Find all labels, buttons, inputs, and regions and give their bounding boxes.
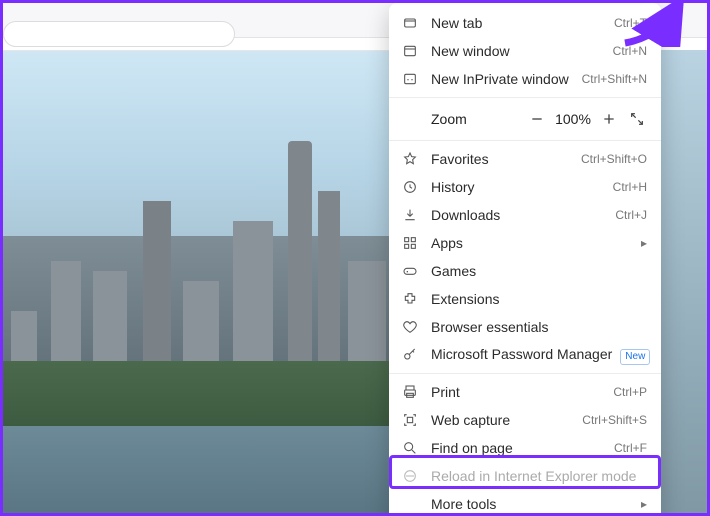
menu-label: Games (431, 263, 647, 279)
menu-label: New window (431, 43, 613, 59)
shortcut: Ctrl+H (613, 180, 647, 194)
print-icon (401, 383, 419, 401)
menu-history[interactable]: History Ctrl+H (389, 173, 661, 201)
menu-new-window[interactable]: New window Ctrl+N (389, 37, 661, 65)
menu-label: Find on page (431, 440, 614, 456)
shortcut: Ctrl+N (613, 44, 647, 58)
menu-password-manager[interactable]: Microsoft Password ManagerNew (389, 341, 661, 369)
menu-browser-essentials[interactable]: Browser essentials (389, 313, 661, 341)
heart-icon (401, 318, 419, 336)
menu-label: History (431, 179, 613, 195)
menu-label: New InPrivate window (431, 71, 582, 87)
menu-separator (389, 97, 661, 98)
menu-favorites[interactable]: Favorites Ctrl+Shift+O (389, 145, 661, 173)
menu-new-tab[interactable]: New tab Ctrl+T (389, 9, 661, 37)
new-badge: New (620, 349, 650, 365)
menu-label: Browser essentials (431, 319, 647, 335)
shortcut: Ctrl+Shift+O (581, 152, 647, 166)
zoom-out-button[interactable] (523, 105, 551, 133)
menu-separator (389, 140, 661, 141)
menu-label: Microsoft Password ManagerNew (431, 346, 650, 365)
search-icon (401, 439, 419, 457)
shortcut: Ctrl+Shift+N (582, 72, 647, 86)
shortcut: Ctrl+J (615, 208, 647, 222)
zoom-in-button[interactable] (595, 105, 623, 133)
menu-print[interactable]: Print Ctrl+P (389, 378, 661, 406)
chevron-right-icon: ▸ (641, 497, 647, 511)
zoom-value: 100% (551, 111, 595, 127)
menu-find-on-page[interactable]: Find on page Ctrl+F (389, 434, 661, 462)
key-icon (401, 346, 419, 364)
download-icon (401, 206, 419, 224)
inprivate-icon (401, 70, 419, 88)
shortcut: Ctrl+P (613, 385, 647, 399)
menu-label: Reload in Internet Explorer mode (431, 468, 647, 484)
menu-label: Favorites (431, 151, 581, 167)
chevron-right-icon: ▸ (641, 236, 647, 250)
menu-reload-ie-mode: Reload in Internet Explorer mode (389, 462, 661, 490)
page-right-strip (661, 50, 707, 513)
history-icon (401, 178, 419, 196)
apps-icon (401, 234, 419, 252)
menu-extensions[interactable]: Extensions (389, 285, 661, 313)
menu-label: Web capture (431, 412, 582, 428)
capture-icon (401, 411, 419, 429)
tab-icon (401, 14, 419, 32)
shortcut: Ctrl+F (614, 441, 647, 455)
shortcut: Ctrl+T (614, 16, 647, 30)
screenshot-stage: New tab Ctrl+T New window Ctrl+N New InP… (0, 0, 710, 516)
menu-more-tools[interactable]: More tools ▸ (389, 490, 661, 516)
address-bar[interactable] (3, 21, 235, 47)
settings-menu: New tab Ctrl+T New window Ctrl+N New InP… (389, 3, 661, 516)
menu-label: Downloads (431, 207, 615, 223)
menu-label: More tools (431, 496, 635, 512)
extensions-icon (401, 290, 419, 308)
menu-zoom-row: Zoom 100% (389, 102, 661, 136)
menu-label: New tab (431, 15, 614, 31)
shortcut: Ctrl+Shift+S (582, 413, 647, 427)
menu-games[interactable]: Games (389, 257, 661, 285)
menu-web-capture[interactable]: Web capture Ctrl+Shift+S (389, 406, 661, 434)
ie-icon (401, 467, 419, 485)
window-icon (401, 42, 419, 60)
menu-new-inprivate[interactable]: New InPrivate window Ctrl+Shift+N (389, 65, 661, 93)
star-icon (401, 150, 419, 168)
fullscreen-button[interactable] (623, 105, 651, 133)
menu-label: Apps (431, 235, 635, 251)
menu-apps[interactable]: Apps ▸ (389, 229, 661, 257)
menu-label: Extensions (431, 291, 647, 307)
zoom-label: Zoom (431, 111, 523, 127)
games-icon (401, 262, 419, 280)
menu-downloads[interactable]: Downloads Ctrl+J (389, 201, 661, 229)
menu-label: Print (431, 384, 613, 400)
city-photo (3, 50, 389, 513)
menu-separator (389, 373, 661, 374)
